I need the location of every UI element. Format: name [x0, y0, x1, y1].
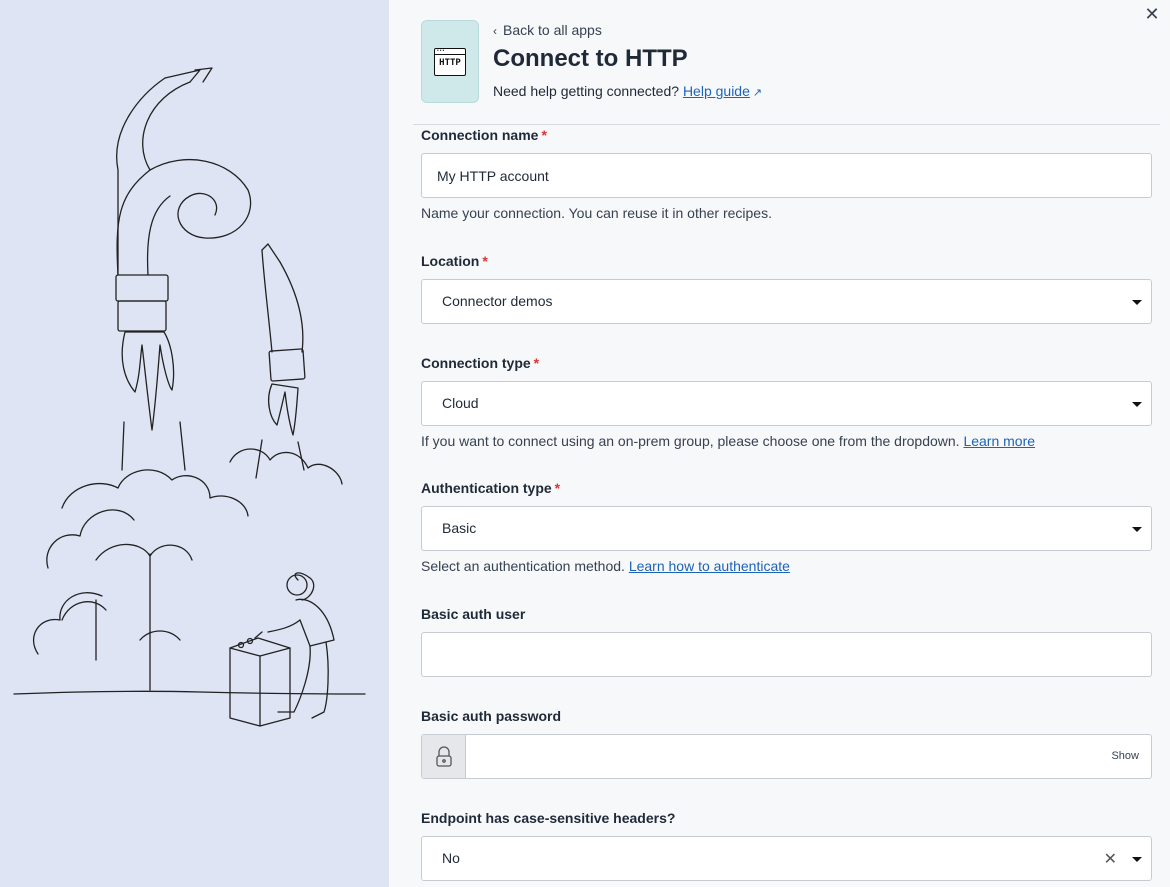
caret-down-icon[interactable] [1132, 402, 1142, 407]
auth-type-value: Basic [442, 520, 477, 536]
help-guide-link[interactable]: Help guide [683, 83, 750, 99]
http-window-icon: ••• HTTP [434, 47, 466, 76]
back-to-all-apps-link[interactable]: ‹ Back to all apps [493, 22, 602, 38]
help-prefix: Need help getting connected? [493, 83, 680, 99]
header-divider [413, 124, 1160, 125]
connection-type-value: Cloud [442, 395, 479, 411]
chevron-left-icon: ‹ [493, 24, 497, 38]
basic-auth-user-field[interactable] [421, 632, 1152, 677]
connection-form-panel: ✕ ••• HTTP ‹ Back to all apps Connect to … [389, 0, 1170, 887]
help-line: Need help getting connected? Help guide ↗ [493, 83, 762, 99]
basic-auth-user-input[interactable] [422, 633, 1151, 676]
clear-icon[interactable]: ✕ [1104, 849, 1117, 869]
http-app-icon: ••• HTTP [421, 20, 479, 103]
case-sensitive-headers-label: Endpoint has case-sensitive headers? [421, 810, 676, 826]
location-select[interactable]: Connector demos [421, 279, 1152, 324]
close-icon[interactable]: ✕ [1144, 5, 1160, 23]
auth-type-select[interactable]: Basic [421, 506, 1152, 551]
connection-name-input[interactable] [422, 154, 1151, 197]
connection-name-field[interactable] [421, 153, 1152, 198]
illustration-panel [0, 0, 389, 887]
required-marker: * [533, 355, 540, 371]
basic-auth-user-label: Basic auth user [421, 606, 526, 622]
rocket-pencils-illustration [13, 67, 366, 727]
location-value: Connector demos [442, 293, 553, 309]
connection-type-select[interactable]: Cloud [421, 381, 1152, 426]
learn-more-link[interactable]: Learn more [963, 433, 1035, 449]
case-sensitive-headers-select[interactable]: No ✕ [421, 836, 1152, 881]
basic-auth-password-field[interactable]: Show [421, 734, 1152, 779]
back-link-label: Back to all apps [503, 22, 602, 38]
basic-auth-password-input[interactable] [466, 735, 1091, 778]
connection-name-hint: Name your connection. You can reuse it i… [421, 205, 772, 221]
auth-type-label: Authentication type * [421, 480, 561, 496]
connection-type-label: Connection type * [421, 355, 540, 371]
lock-icon [422, 735, 466, 778]
external-link-icon: ↗ [752, 87, 763, 99]
auth-type-hint: Select an authentication method. Learn h… [421, 558, 790, 574]
page-title: Connect to HTTP [493, 45, 688, 72]
learn-how-to-authenticate-link[interactable]: Learn how to authenticate [629, 558, 790, 574]
app-icon-label: HTTP [439, 57, 461, 68]
location-label: Location * [421, 253, 488, 269]
connection-name-label: Connection name * [421, 127, 547, 143]
case-sensitive-value: No [442, 850, 460, 866]
connection-type-hint: If you want to connect using an on-prem … [421, 433, 1036, 449]
caret-down-icon[interactable] [1132, 300, 1142, 305]
basic-auth-password-label: Basic auth password [421, 708, 562, 724]
required-marker: * [541, 127, 547, 143]
show-password-button[interactable]: Show [1111, 750, 1139, 762]
required-marker: * [482, 253, 488, 269]
required-marker: * [554, 480, 561, 496]
caret-down-icon[interactable] [1132, 857, 1142, 862]
caret-down-icon[interactable] [1132, 527, 1142, 532]
